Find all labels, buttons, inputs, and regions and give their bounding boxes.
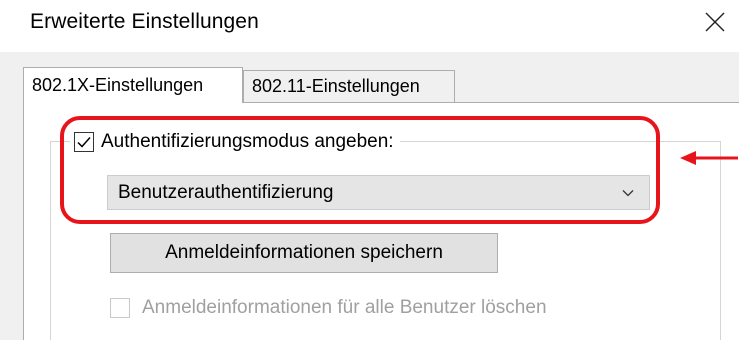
chevron-down-icon (622, 190, 634, 197)
delete-credentials-label: Anmeldeinformationen für alle Benutzer l… (142, 297, 547, 318)
delete-credentials-row: Anmeldeinformationen für alle Benutzer l… (110, 297, 547, 319)
tab-label: 802.1X-Einstellungen (32, 75, 204, 95)
save-credentials-button[interactable]: Anmeldeinformationen speichern (110, 233, 498, 273)
tab-label: 802.11-Einstellungen (252, 76, 420, 96)
dialog-title: Erweiterte Einstellungen (30, 10, 259, 33)
annotation-arrow-icon (680, 151, 738, 165)
delete-credentials-checkbox (110, 298, 130, 318)
close-button[interactable] (699, 6, 731, 38)
advanced-settings-dialog: Erweiterte Einstellungen 802.1X-Einstell… (0, 0, 739, 340)
auth-mode-checkbox-row[interactable]: Authentifizierungsmodus angeben: (70, 127, 400, 157)
tab-8021x-settings[interactable]: 802.1X-Einstellungen (23, 67, 243, 103)
close-icon (705, 12, 725, 32)
auth-mode-dropdown[interactable]: Benutzerauthentifizierung (107, 175, 650, 210)
auth-mode-checkbox[interactable] (74, 132, 94, 152)
dropdown-selected-value: Benutzerauthentifizierung (118, 181, 334, 203)
auth-mode-label: Authentifizierungsmodus angeben: (101, 131, 394, 152)
tab-80211-settings[interactable]: 802.11-Einstellungen (243, 70, 455, 102)
checkmark-icon (77, 137, 91, 148)
